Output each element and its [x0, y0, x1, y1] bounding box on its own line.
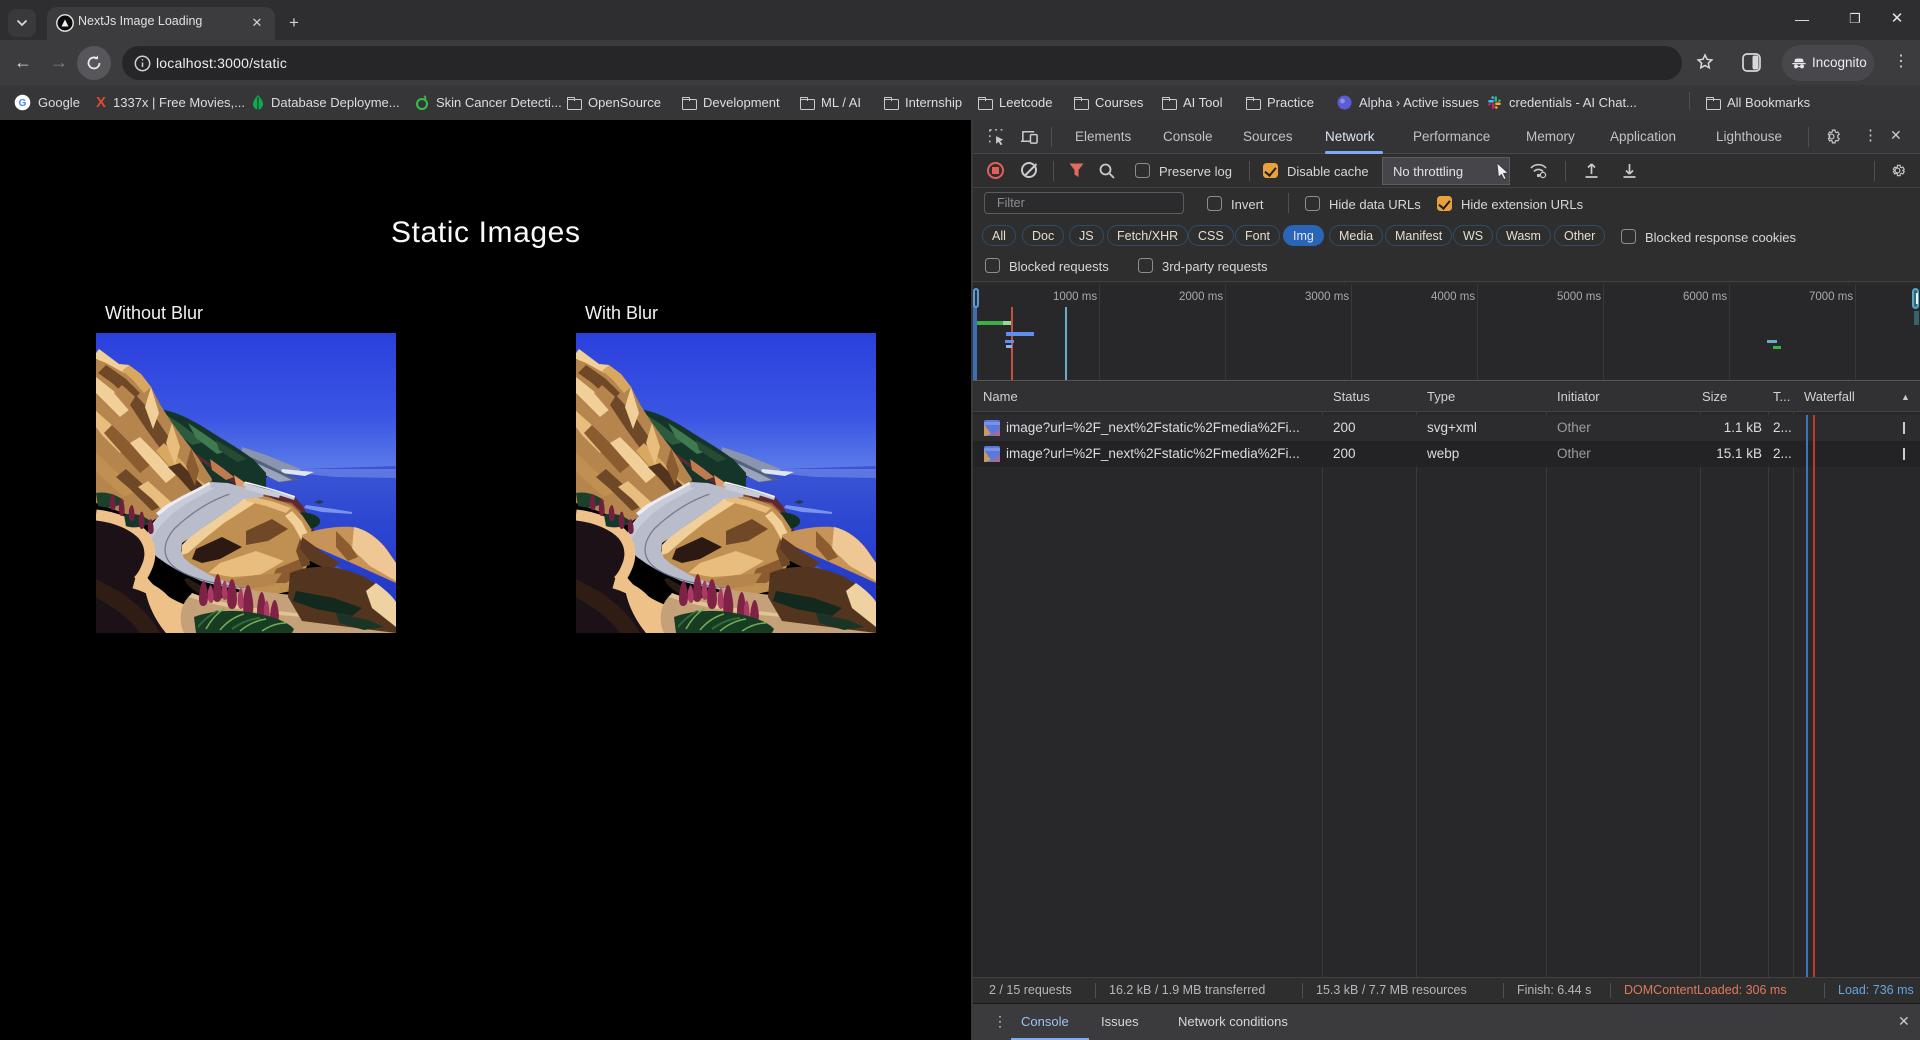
svg-text:G: G	[19, 98, 27, 109]
